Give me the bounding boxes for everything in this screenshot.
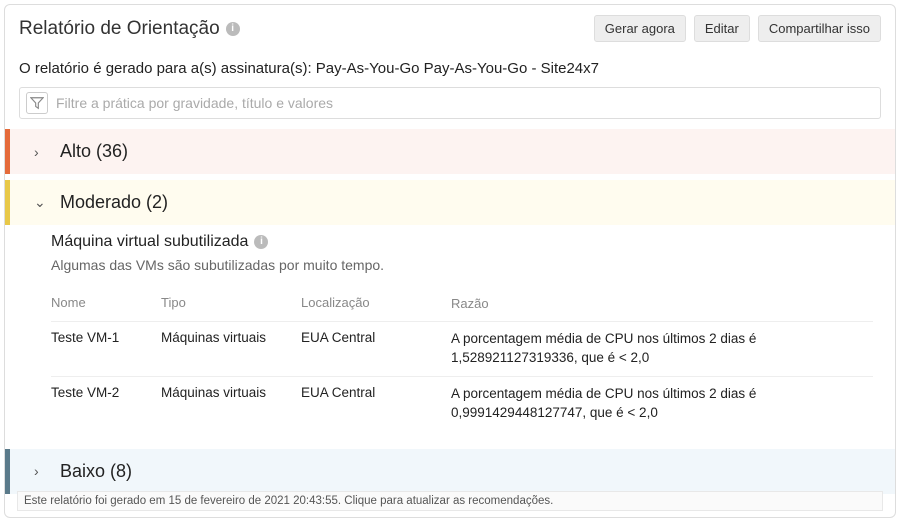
- edit-button[interactable]: Editar: [694, 15, 750, 42]
- cell-location: EUA Central: [301, 385, 451, 423]
- cell-name: Teste VM-1: [51, 330, 161, 368]
- severity-label-moderado: Moderado (2): [60, 192, 168, 213]
- table-row[interactable]: Teste VM-2 Máquinas virtuais EUA Central…: [51, 376, 873, 431]
- practice-description: Algumas das VMs são subutilizadas por mu…: [51, 257, 881, 273]
- severity-row-baixo[interactable]: › Baixo (8): [5, 449, 895, 494]
- chevron-down-icon: ⌄: [34, 194, 46, 211]
- header-actions: Gerar agora Editar Compartilhar isso: [594, 15, 881, 42]
- severity-row-alto[interactable]: › Alto (36): [5, 129, 895, 174]
- table-header-row: Nome Tipo Localização Razão: [51, 287, 873, 321]
- vm-table: Nome Tipo Localização Razão Teste VM-1 M…: [51, 287, 873, 431]
- cell-location: EUA Central: [301, 330, 451, 368]
- title-row: Relatório de Orientação i: [19, 18, 240, 40]
- cell-reason: A porcentagem média de CPU nos últimos 2…: [451, 385, 873, 423]
- info-icon[interactable]: i: [254, 235, 268, 249]
- col-header-name: Nome: [51, 295, 161, 313]
- subscription-text: O relatório é gerado para a(s) assinatur…: [5, 50, 895, 87]
- filter-input[interactable]: [56, 95, 874, 111]
- practice-title-row: Máquina virtual subutilizada i: [51, 233, 881, 251]
- col-header-location: Localização: [301, 295, 451, 313]
- filter-bar: [19, 87, 881, 119]
- report-container: Relatório de Orientação i Gerar agora Ed…: [4, 4, 896, 518]
- practice-block: Máquina virtual subutilizada i Algumas d…: [5, 225, 895, 443]
- chevron-right-icon: ›: [34, 463, 46, 479]
- header-bar: Relatório de Orientação i Gerar agora Ed…: [5, 5, 895, 50]
- severity-label-baixo: Baixo (8): [60, 461, 132, 482]
- col-header-reason: Razão: [451, 295, 873, 313]
- page-title: Relatório de Orientação: [19, 18, 220, 40]
- col-header-type: Tipo: [161, 295, 301, 313]
- share-button[interactable]: Compartilhar isso: [758, 15, 881, 42]
- severity-row-moderado[interactable]: ⌄ Moderado (2): [5, 180, 895, 225]
- generate-now-button[interactable]: Gerar agora: [594, 15, 686, 42]
- chevron-right-icon: ›: [34, 144, 46, 160]
- cell-type: Máquinas virtuais: [161, 385, 301, 423]
- info-icon[interactable]: i: [226, 22, 240, 36]
- filter-icon[interactable]: [26, 92, 48, 114]
- cell-type: Máquinas virtuais: [161, 330, 301, 368]
- cell-name: Teste VM-2: [51, 385, 161, 423]
- severity-label-alto: Alto (36): [60, 141, 128, 162]
- cell-reason: A porcentagem média de CPU nos últimos 2…: [451, 330, 873, 368]
- practice-title: Máquina virtual subutilizada: [51, 233, 248, 251]
- table-row[interactable]: Teste VM-1 Máquinas virtuais EUA Central…: [51, 321, 873, 376]
- footer-note[interactable]: Este relatório foi gerado em 15 de fever…: [17, 491, 883, 511]
